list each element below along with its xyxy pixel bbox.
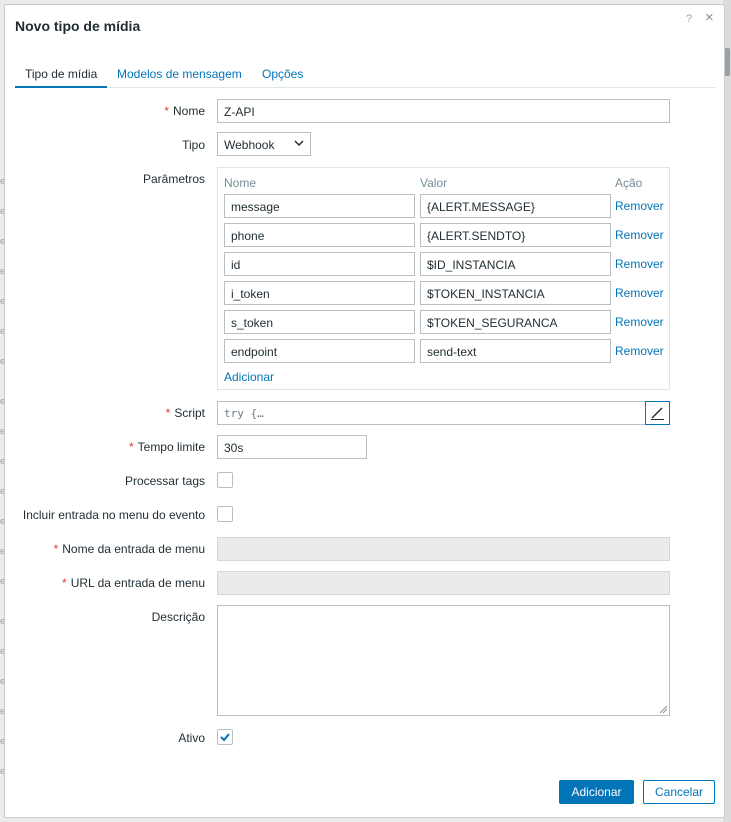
close-icon[interactable]: × <box>705 10 714 25</box>
add-button[interactable]: Adicionar <box>559 780 634 804</box>
column-header-action: Ação <box>615 176 643 190</box>
enabled-checkbox[interactable] <box>217 729 233 745</box>
description-textarea[interactable] <box>217 605 670 716</box>
type-select[interactable]: Webhook <box>217 132 311 156</box>
cancel-button[interactable]: Cancelar <box>643 780 715 804</box>
event-menu-label: Incluir entrada no menu do evento <box>22 508 205 522</box>
param-name-input[interactable]: phone <box>224 223 415 247</box>
process-tags-label: Processar tags <box>124 474 205 488</box>
param-name-input[interactable]: message <box>224 194 415 218</box>
param-remove-link[interactable]: Remover <box>615 315 664 329</box>
help-icon[interactable]: ? <box>686 13 692 25</box>
script-preview: try {… <box>224 407 264 420</box>
menu-entry-name-label: * Nome da entrada de menu <box>53 542 205 556</box>
param-value-input[interactable]: $TOKEN_INSTANCIA <box>420 281 611 305</box>
column-header-value: Valor <box>420 176 448 190</box>
param-value-input[interactable]: {ALERT.MESSAGE} <box>420 194 611 218</box>
media-type-dialog: Novo tipo de mídia ? × Tipo de mídia Mod… <box>4 4 725 818</box>
name-label: * Nome <box>164 104 205 118</box>
param-remove-link[interactable]: Remover <box>615 286 664 300</box>
type-label: Tipo <box>182 138 205 152</box>
script-label: * Script <box>165 406 205 420</box>
required-mark: * <box>165 406 171 420</box>
menu-entry-url-label: * URL da entrada de menu <box>62 576 205 590</box>
parameters-label: Parâmetros <box>142 172 205 186</box>
timeout-input[interactable]: 30s <box>217 435 367 459</box>
param-value-input[interactable]: send-text <box>420 339 611 363</box>
event-menu-checkbox[interactable] <box>217 506 233 522</box>
required-mark: * <box>53 542 59 556</box>
param-remove-link[interactable]: Remover <box>615 199 664 213</box>
name-input[interactable]: Z-API <box>217 99 670 123</box>
process-tags-checkbox[interactable] <box>217 472 233 488</box>
tab-message-templates[interactable]: Modelos de mensagem <box>117 67 242 81</box>
param-value-input[interactable]: $TOKEN_SEGURANCA <box>420 310 611 334</box>
column-header-name: Nome <box>224 176 257 190</box>
param-name-input[interactable]: endpoint <box>224 339 415 363</box>
param-add-link[interactable]: Adicionar <box>224 370 274 384</box>
type-select-value: Webhook <box>224 138 275 152</box>
param-remove-link[interactable]: Remover <box>615 228 664 242</box>
menu-entry-name-input <box>217 537 670 561</box>
dialog-tabs: Tipo de mídia Modelos de mensagem Opções <box>15 65 715 88</box>
required-mark: * <box>128 440 134 454</box>
resize-grip-icon[interactable] <box>659 705 668 714</box>
script-field[interactable]: try {… <box>217 401 670 425</box>
active-tab-indicator <box>15 86 107 88</box>
enabled-label: Ativo <box>178 731 205 745</box>
tab-options[interactable]: Opções <box>262 67 303 81</box>
param-name-input[interactable]: s_token <box>224 310 415 334</box>
timeout-label: * Tempo limite <box>128 440 205 454</box>
description-label: Descrição <box>151 610 205 624</box>
param-name-input[interactable]: i_token <box>224 281 415 305</box>
tab-media-type[interactable]: Tipo de mídia <box>25 67 97 81</box>
param-remove-link[interactable]: Remover <box>615 257 664 271</box>
param-name-input[interactable]: id <box>224 252 415 276</box>
menu-entry-url-input <box>217 571 670 595</box>
pencil-icon <box>651 407 664 420</box>
script-edit-button[interactable] <box>645 401 670 425</box>
required-mark: * <box>164 104 169 118</box>
parameters-table: Nome Valor Ação message {ALERT.MESSAGE} … <box>217 167 670 390</box>
dialog-title: Novo tipo de mídia <box>15 18 141 34</box>
param-value-input[interactable]: {ALERT.SENDTO} <box>420 223 611 247</box>
param-remove-link[interactable]: Remover <box>615 344 664 358</box>
chevron-down-icon <box>294 140 304 147</box>
check-icon <box>220 733 230 742</box>
required-mark: * <box>62 576 67 590</box>
param-value-input[interactable]: $ID_INSTANCIA <box>420 252 611 276</box>
